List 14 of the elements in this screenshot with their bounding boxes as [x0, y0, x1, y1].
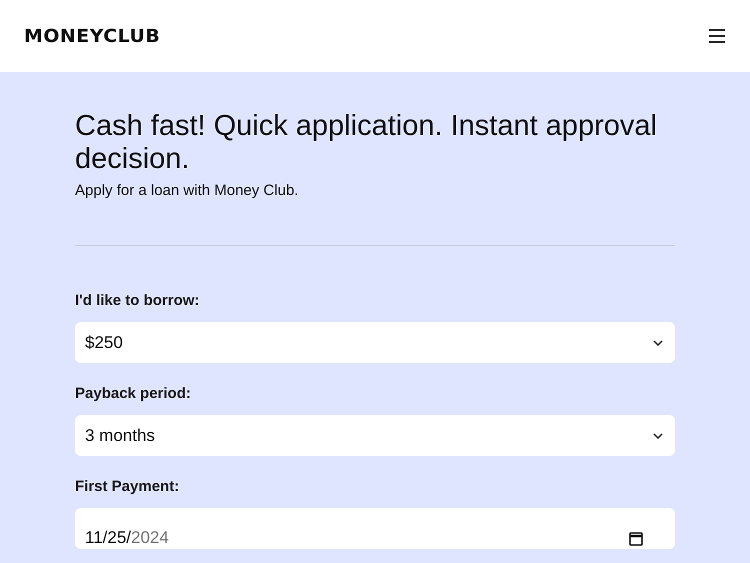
- logo[interactable]: MONEYCLUB: [24, 26, 160, 46]
- menu-button[interactable]: [708, 28, 726, 44]
- calendar-icon: [629, 531, 643, 546]
- menu-icon: [708, 28, 726, 44]
- field-label: First Payment:: [75, 478, 180, 495]
- chevron-down-icon: [653, 340, 663, 346]
- field-label: I'd like to borrow:: [75, 292, 200, 309]
- chevron-down-icon: [653, 432, 663, 438]
- subtitle: Apply for a loan with Money Club.: [75, 182, 300, 199]
- page-title: Cash fast! Quick application. Instant approval decision.: [75, 110, 658, 176]
- select-field[interactable]: $250: [75, 322, 675, 363]
- select-field[interactable]: 3 months: [75, 415, 675, 456]
- field-label: Payback period:: [75, 385, 192, 402]
- date-field[interactable]: 11/25/2024: [75, 508, 675, 549]
